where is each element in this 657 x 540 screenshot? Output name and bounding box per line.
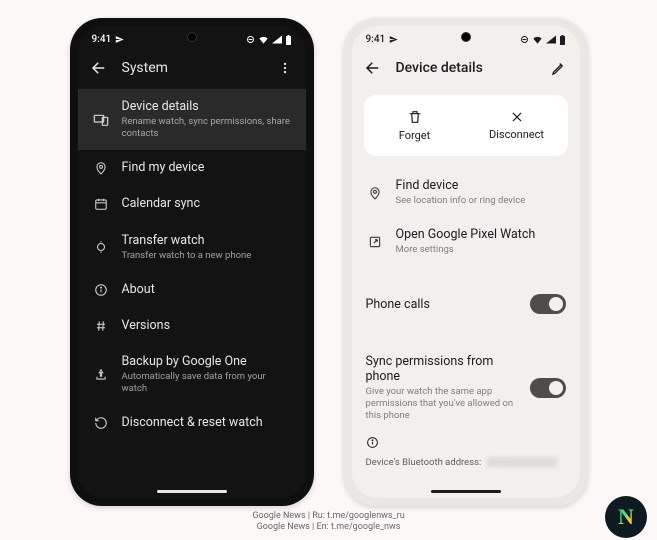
open-icon [366,235,384,249]
action-card: Forget Disconnect [364,95,568,156]
row-transfer-watch[interactable]: Transfer watch Transfer watch to a new p… [78,223,306,272]
history-icon [92,416,110,430]
bt-value-redacted [487,457,557,467]
forget-button[interactable]: Forget [364,95,466,156]
row-label: Disconnect & reset watch [122,415,292,431]
phone-light: 9:41 Device details [344,18,588,506]
gesture-bar[interactable] [431,490,501,493]
do-not-disturb-icon [520,35,529,44]
back-button[interactable] [86,55,112,81]
row-label: Backup by Google One [122,354,292,370]
row-sub: Transfer watch to a new phone [122,250,292,262]
devices-icon [92,112,110,128]
bluetooth-address: Device's Bluetooth address: [352,451,580,474]
row-sub: See location info or ring device [396,195,566,207]
forget-label: Forget [399,129,430,142]
footer-line-1: Google News | Ru: t.me/googlenws_ru [0,511,657,523]
page-title: Device details [396,60,536,76]
toggle-label: Phone calls [366,297,520,312]
status-time: 9:41 [366,34,386,45]
more-button[interactable] [272,55,298,81]
row-sub: Automatically save data from your watch [122,371,292,395]
disconnect-label: Disconnect [489,128,544,141]
row-backup[interactable]: Backup by Google One Automatically save … [78,344,306,405]
row-label: About [122,282,292,298]
row-label: Open Google Pixel Watch [396,227,566,243]
toggle-label: Sync permissions from phone [366,354,520,384]
row-label: Versions [122,318,292,334]
row-about[interactable]: About [78,272,306,308]
gesture-bar[interactable] [157,490,227,493]
switch-on[interactable] [530,378,566,398]
row-label: Device details [122,99,292,115]
settings-list: Device details Rename watch, sync permis… [78,89,306,441]
row-open-pixel-watch[interactable]: Open Google Pixel Watch More settings [352,217,580,266]
signal-icon [546,35,556,44]
row-disconnect-reset[interactable]: Disconnect & reset watch [78,405,306,441]
transfer-icon [92,240,110,254]
toggle-sub: Give your watch the same app permissions… [366,386,520,422]
footer-credits: Google News | Ru: t.me/googlenws_ru Goog… [0,511,657,534]
back-button[interactable] [360,55,386,81]
camera-cutout [461,32,471,42]
row-calendar-sync[interactable]: Calendar sync [78,186,306,222]
app-bar: Device details [352,49,580,89]
trash-icon [407,109,423,125]
row-sub: Rename watch, sync permissions, share co… [122,116,292,140]
do-not-disturb-icon [246,35,255,44]
row-label: Transfer watch [122,233,292,249]
edit-button[interactable] [546,55,572,81]
info-icon [92,283,110,297]
row-label: Find device [396,178,566,194]
device-options: Find device See location info or ring de… [352,168,580,266]
battery-icon [559,35,566,45]
hash-icon [92,319,110,333]
send-icon [115,35,124,44]
disconnect-button[interactable]: Disconnect [466,95,568,156]
location-icon [92,161,110,175]
row-label: Calendar sync [122,196,292,212]
signal-icon [272,35,282,44]
row-versions[interactable]: Versions [78,308,306,344]
footer-line-2: Google News | En: t.me/google_nws [0,522,657,534]
battery-icon [285,35,292,45]
row-find-device[interactable]: Find device See location info or ring de… [352,168,580,217]
app-bar: System [78,49,306,89]
switch-on[interactable] [530,294,566,314]
phone-dark: 9:41 System [70,18,314,506]
bt-label: Device's Bluetooth address: [366,457,482,468]
toggle-sync-permissions[interactable]: Sync permissions from phone Give your wa… [352,342,580,434]
info-icon [352,434,580,451]
toggle-phone-calls[interactable]: Phone calls [352,282,580,326]
status-time: 9:41 [92,34,112,45]
send-icon [389,35,398,44]
row-find-my-device[interactable]: Find my device [78,150,306,186]
row-device-details[interactable]: Device details Rename watch, sync permis… [78,89,306,150]
watermark-logo: N [605,496,647,538]
close-icon [510,110,524,124]
calendar-icon [92,197,110,211]
row-sub: More settings [396,244,566,256]
row-label: Find my device [122,160,292,176]
wifi-icon [532,35,543,44]
wifi-icon [258,35,269,44]
page-title: System [122,60,262,76]
camera-cutout [187,32,197,42]
backup-icon [92,368,110,382]
location-icon [366,186,384,200]
